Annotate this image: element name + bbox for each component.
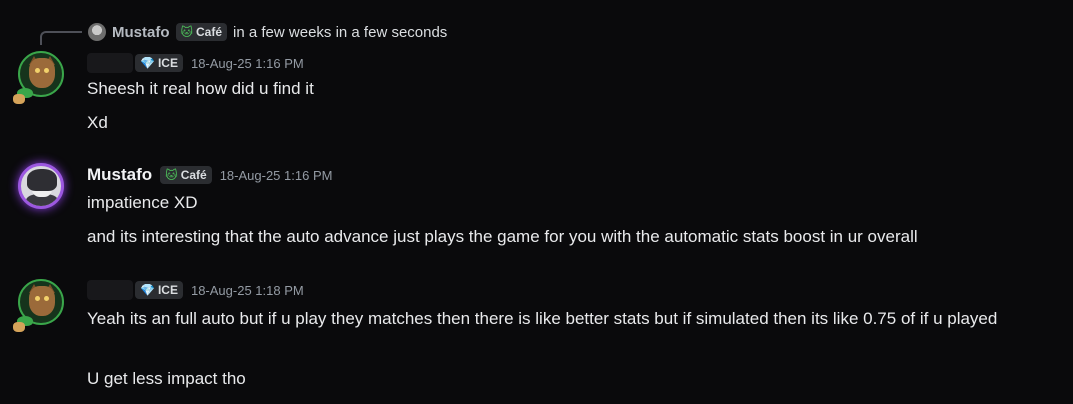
message-text: Sheesh it real how did u find it bbox=[87, 79, 314, 98]
reply-avatar[interactable] bbox=[88, 23, 106, 41]
message-timestamp[interactable]: 18-Aug-25 1:18 PM bbox=[191, 283, 304, 298]
redacted-username[interactable] bbox=[87, 53, 133, 73]
message-text: impatience XD bbox=[87, 193, 198, 212]
message-header: Mustafo 🐱 Café 18-Aug-25 1:16 PM bbox=[87, 164, 332, 186]
message-timestamp[interactable]: 18-Aug-25 1:16 PM bbox=[220, 168, 333, 183]
cafe-role-badge[interactable]: 🐱 Café bbox=[175, 23, 228, 41]
user-avatar[interactable] bbox=[18, 163, 64, 209]
reply-username[interactable]: Mustafo bbox=[112, 24, 170, 41]
diamond-icon: 💎 bbox=[140, 56, 155, 70]
avatar-decoration bbox=[13, 88, 35, 104]
message-header: 💎 ICE 18-Aug-25 1:16 PM bbox=[87, 52, 304, 74]
message-text: Xd bbox=[87, 113, 108, 132]
message-text: U get less impact tho bbox=[87, 369, 246, 388]
cat-icon: 🐱 bbox=[165, 168, 178, 182]
ice-role-badge[interactable]: 💎 ICE bbox=[135, 54, 183, 72]
cafe-role-badge[interactable]: 🐱 Café bbox=[160, 166, 212, 184]
redacted-username[interactable] bbox=[87, 280, 133, 300]
reply-text[interactable]: in a few weeks in a few seconds bbox=[233, 24, 447, 41]
avatar-decoration bbox=[13, 316, 35, 332]
cat-icon: 🐱 bbox=[180, 25, 194, 39]
message-text: Yeah its an full auto but if u play they… bbox=[87, 309, 998, 328]
message-header: 💎 ICE 18-Aug-25 1:18 PM bbox=[87, 279, 304, 301]
message-timestamp[interactable]: 18-Aug-25 1:16 PM bbox=[191, 56, 304, 71]
ice-role-badge[interactable]: 💎 ICE bbox=[135, 281, 183, 299]
message-text: and its interesting that the auto advanc… bbox=[87, 227, 918, 246]
reply-connector bbox=[40, 31, 82, 45]
diamond-icon: 💎 bbox=[140, 283, 155, 297]
username[interactable]: Mustafo bbox=[87, 165, 152, 185]
reply-preview[interactable]: Mustafo 🐱 Café in a few weeks in a few s… bbox=[88, 22, 447, 42]
